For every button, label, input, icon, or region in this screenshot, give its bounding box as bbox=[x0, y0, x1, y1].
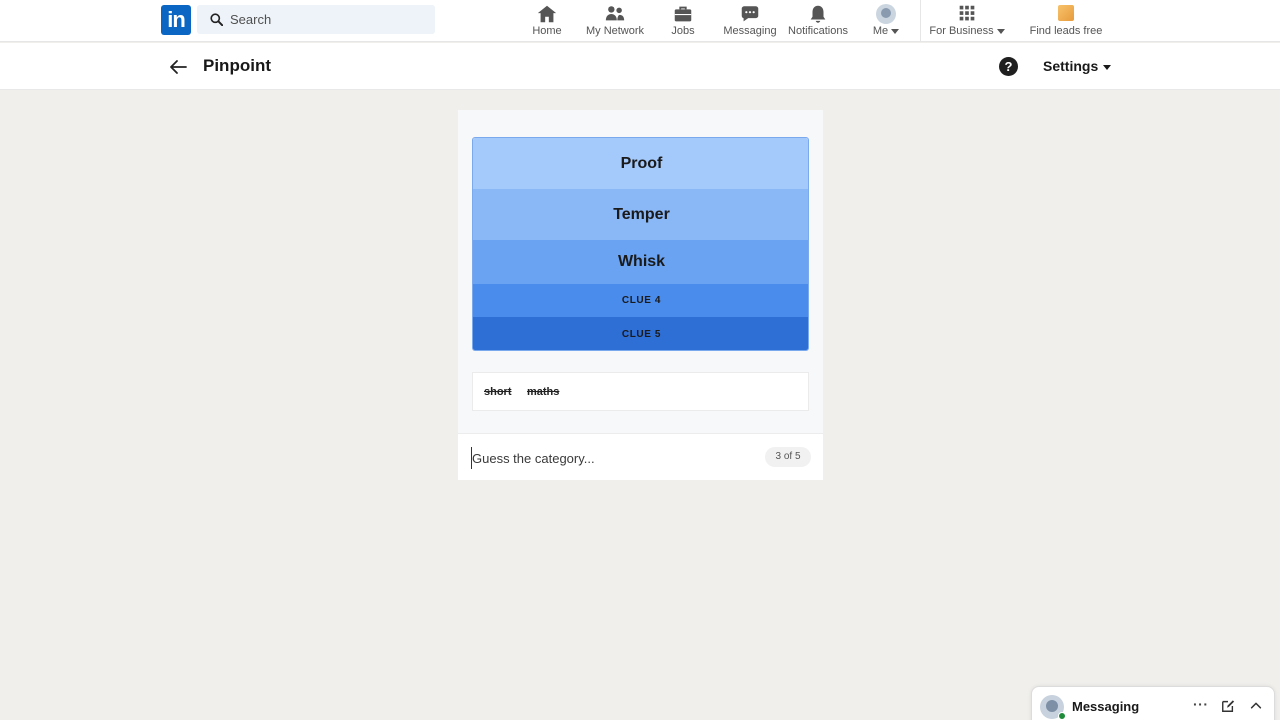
chevron-down-icon bbox=[996, 28, 1005, 34]
wrong-guess: maths bbox=[527, 386, 560, 398]
settings-label: Settings bbox=[1043, 58, 1099, 74]
nav-jobs-label: Jobs bbox=[671, 25, 695, 37]
nav-me-label: Me bbox=[872, 25, 889, 37]
nav-jobs[interactable]: Jobs bbox=[667, 3, 699, 39]
page-title: Pinpoint bbox=[203, 56, 271, 75]
clue-stack: Proof Temper Whisk CLUE 4 CLUE 5 bbox=[472, 137, 809, 351]
more-options-icon[interactable]: ··· bbox=[1193, 696, 1209, 712]
home-icon bbox=[537, 5, 557, 23]
grid-icon bbox=[959, 5, 975, 21]
guess-input-area: 3 of 5 bbox=[458, 433, 823, 480]
global-nav: in Home My Network Jobs bbox=[0, 0, 1280, 42]
nav-notifications-label: Notifications bbox=[788, 25, 848, 37]
chevron-down-icon bbox=[1103, 64, 1112, 70]
clue-4-hidden: CLUE 4 bbox=[473, 284, 808, 317]
guess-input[interactable] bbox=[471, 447, 751, 469]
briefcase-icon bbox=[674, 6, 692, 22]
nav-messaging-label: Messaging bbox=[723, 25, 777, 37]
messaging-title: Messaging bbox=[1072, 699, 1140, 714]
pinpoint-game-card: Proof Temper Whisk CLUE 4 CLUE 5 short m… bbox=[458, 110, 823, 480]
nav-my-network-label: My Network bbox=[585, 25, 645, 37]
guess-counter-badge: 3 of 5 bbox=[765, 447, 811, 467]
nav-home-label: Home bbox=[532, 25, 562, 37]
nav-find-leads[interactable]: Find leads free bbox=[1029, 3, 1103, 39]
help-icon[interactable]: ? bbox=[999, 57, 1018, 76]
nav-for-business-label: For Business bbox=[929, 25, 994, 37]
chevron-down-icon bbox=[891, 28, 900, 34]
people-icon bbox=[605, 6, 625, 21]
nav-find-leads-label: Find leads free bbox=[1029, 25, 1103, 37]
online-status-dot bbox=[1058, 712, 1066, 720]
back-arrow-icon[interactable] bbox=[166, 55, 190, 79]
nav-for-business[interactable]: For Business bbox=[929, 3, 1005, 39]
chevron-up-icon[interactable] bbox=[1249, 699, 1263, 713]
clue-3: Whisk bbox=[473, 240, 808, 284]
game-header: Pinpoint ? Settings bbox=[0, 43, 1280, 90]
nav-notifications[interactable]: Notifications bbox=[786, 3, 850, 39]
search-box[interactable] bbox=[197, 5, 435, 34]
bell-icon bbox=[810, 5, 826, 23]
messaging-overlay[interactable]: Messaging ··· bbox=[1031, 686, 1275, 720]
nav-home[interactable]: Home bbox=[527, 3, 567, 39]
wrong-guess: short bbox=[484, 386, 512, 398]
search-input[interactable] bbox=[230, 5, 430, 34]
avatar bbox=[876, 4, 896, 24]
clue-5-hidden: CLUE 5 bbox=[473, 317, 808, 350]
nav-messaging[interactable]: Messaging bbox=[722, 3, 778, 39]
compose-icon[interactable] bbox=[1221, 699, 1235, 713]
nav-my-network[interactable]: My Network bbox=[584, 3, 646, 39]
linkedin-logo[interactable]: in bbox=[161, 5, 191, 35]
leads-icon bbox=[1058, 5, 1074, 21]
settings-button[interactable]: Settings bbox=[1043, 58, 1112, 74]
clue-1: Proof bbox=[473, 138, 808, 189]
nav-me[interactable]: Me bbox=[866, 3, 906, 39]
search-icon bbox=[210, 13, 223, 26]
nav-divider bbox=[920, 0, 921, 42]
chat-icon bbox=[741, 6, 759, 22]
clue-2: Temper bbox=[473, 189, 808, 240]
wrong-guesses-list: short maths bbox=[472, 372, 809, 411]
